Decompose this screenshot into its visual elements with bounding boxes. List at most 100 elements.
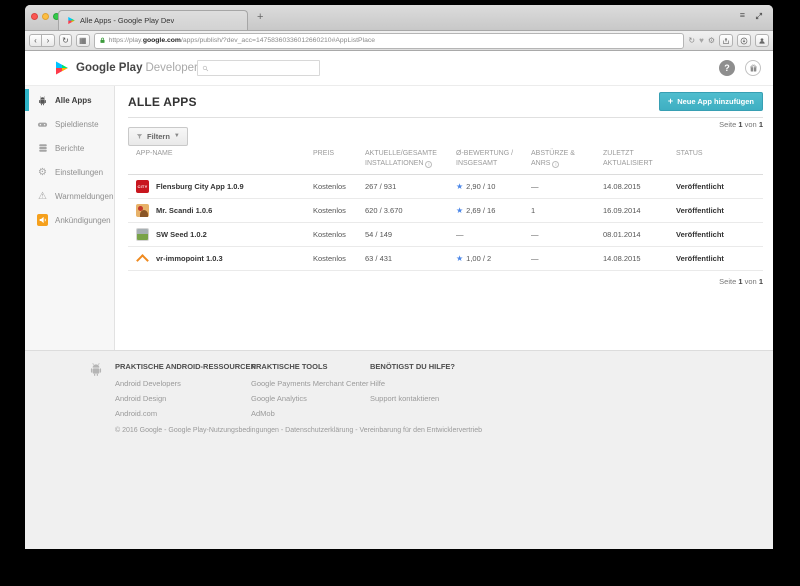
- sidebar-item-einstellungen[interactable]: ⚙ Einstellungen: [25, 160, 114, 184]
- android-robot-icon: [88, 361, 104, 377]
- sidebar-item-ankuendigungen[interactable]: Ankündigungen: [25, 208, 114, 232]
- sidebar-item-alle-apps[interactable]: Alle Apps: [25, 88, 114, 112]
- gift-icon: [749, 64, 758, 73]
- footer-copyright: © 2016 Google - Google Play-Nutzungsbedi…: [115, 427, 482, 434]
- tab-overview-icon[interactable]: ≡: [740, 11, 745, 20]
- app-rating: ★2,69 / 16: [456, 206, 531, 215]
- plus-icon: +: [668, 98, 673, 105]
- announcements-icon: [37, 214, 48, 226]
- footer-link-google-payments[interactable]: Google Payments Merchant Center: [251, 379, 369, 388]
- app-icon: [136, 252, 149, 265]
- filter-button[interactable]: Filtern ▼: [128, 127, 188, 146]
- browser-toolbar: ‹ › ↻ ▦ https://play.google.com/apps/pub…: [25, 31, 773, 51]
- footer-link-support[interactable]: Support kontaktieren: [370, 394, 455, 403]
- app-installs: 620 / 3.670: [365, 206, 456, 215]
- back-button[interactable]: ‹: [29, 34, 42, 47]
- app-rating: ★2,90 / 10: [456, 182, 531, 191]
- minimize-window-button[interactable]: [42, 13, 49, 20]
- forward-button[interactable]: ›: [42, 34, 55, 47]
- sidebar-item-berichte[interactable]: Berichte: [25, 136, 114, 160]
- star-icon: ★: [456, 254, 463, 263]
- app-updated: 08.01.2014: [603, 230, 676, 239]
- top-sites-button[interactable]: ▦: [76, 34, 90, 47]
- heart-icon[interactable]: ♥: [699, 36, 704, 45]
- app-installs: 267 / 931: [365, 182, 456, 191]
- add-new-app-button[interactable]: + Neue App hinzufügen: [659, 92, 763, 111]
- footer: PRAKTISCHE ANDROID-RESSOURCEN Android De…: [25, 350, 773, 549]
- table-row: CITY Flensburg City App 1.0.9 Kostenlos …: [128, 175, 763, 199]
- page-title: ALLE APPS: [128, 95, 197, 109]
- app-status: Veröffentlicht: [676, 230, 763, 239]
- chevron-down-icon: ▼: [174, 133, 180, 139]
- star-icon: ★: [456, 206, 463, 215]
- column-header-preis: PREIS: [313, 149, 365, 159]
- app-rating: ★1,00 / 2: [456, 254, 531, 263]
- app-price: Kostenlos: [313, 182, 365, 191]
- browser-tab[interactable]: Alle Apps - Google Play Dev: [58, 10, 248, 30]
- info-icon[interactable]: i: [425, 161, 432, 168]
- table-row: Mr. Scandi 1.0.6 Kostenlos 620 / 3.670 ★…: [128, 199, 763, 223]
- app-updated: 14.08.2015: [603, 182, 676, 191]
- info-icon[interactable]: i: [552, 161, 559, 168]
- sync-icon[interactable]: ↻: [688, 36, 695, 45]
- close-window-button[interactable]: [31, 13, 38, 20]
- table-header-row: APP-NAME PREIS AKTUELLE/GESAMTE INSTALLA…: [128, 149, 763, 175]
- fullscreen-icon[interactable]: [755, 12, 763, 20]
- help-button[interactable]: ?: [719, 60, 735, 76]
- app-updated: 16.09.2014: [603, 206, 676, 215]
- footer-link-hilfe[interactable]: Hilfe: [370, 379, 455, 388]
- star-icon: ★: [456, 182, 463, 191]
- profile-button[interactable]: [755, 34, 769, 47]
- footer-link-google-analytics[interactable]: Google Analytics: [251, 394, 369, 403]
- app-status: Veröffentlicht: [676, 206, 763, 215]
- app-name-link[interactable]: vr-immopoint 1.0.3: [156, 254, 223, 263]
- app-installs: 54 / 149: [365, 230, 456, 239]
- page-indicator-bottom: Seite 1 von 1: [128, 277, 763, 286]
- window-controls: [31, 13, 60, 20]
- footer-link-android-design[interactable]: Android Design: [115, 394, 256, 403]
- console-header: Google Play Developer Console ?: [25, 51, 773, 86]
- footer-link-android-developers[interactable]: Android Developers: [115, 379, 256, 388]
- app-name-link[interactable]: Flensburg City App 1.0.9: [156, 182, 244, 191]
- footer-column-help: BENÖTIGST DU HILFE? Hilfe Support kontak…: [370, 362, 455, 409]
- app-status: Veröffentlicht: [676, 254, 763, 263]
- filter-funnel-icon: [136, 133, 143, 140]
- footer-column-resources: PRAKTISCHE ANDROID-RESSOURCEN Android De…: [115, 362, 256, 424]
- app-name-link[interactable]: Mr. Scandi 1.0.6: [156, 206, 212, 215]
- browser-titlebar: Alle Apps - Google Play Dev + ≡: [25, 5, 773, 31]
- footer-link-android-com[interactable]: Android.com: [115, 409, 256, 418]
- address-bar[interactable]: https://play.google.com/apps/publish/?de…: [94, 33, 685, 49]
- app-name-link[interactable]: SW Seed 1.0.2: [156, 230, 207, 239]
- app-icon: CITY: [136, 180, 149, 193]
- url-text: https://play.google.com/apps/publish/?de…: [109, 37, 375, 44]
- column-header-app-name: APP-NAME: [136, 149, 313, 159]
- app-installs: 63 / 431: [365, 254, 456, 263]
- app-price: Kostenlos: [313, 206, 365, 215]
- app-crashes: —: [531, 230, 603, 239]
- search-icon: [202, 65, 209, 72]
- downloads-button[interactable]: [737, 34, 751, 47]
- table-row: vr-immopoint 1.0.3 Kostenlos 63 / 431 ★1…: [128, 247, 763, 271]
- column-header-status: STATUS: [676, 149, 763, 159]
- browser-window: Alle Apps - Google Play Dev + ≡ ‹ › ↻ ▦ …: [25, 5, 773, 549]
- app-icon: [136, 228, 149, 241]
- app-rating: —: [456, 230, 531, 239]
- reload-button[interactable]: ↻: [59, 34, 72, 47]
- table-row: SW Seed 1.0.2 Kostenlos 54 / 149 — — 08.…: [128, 223, 763, 247]
- footer-link-admob[interactable]: AdMob: [251, 409, 369, 418]
- sidebar-item-warnmeldungen[interactable]: ⚠ Warnmeldungen: [25, 184, 114, 208]
- new-tab-button[interactable]: +: [257, 12, 263, 23]
- search-input[interactable]: [212, 63, 315, 74]
- warning-icon: ⚠: [37, 191, 48, 202]
- share-button[interactable]: [719, 34, 733, 47]
- main-content: ALLE APPS + Neue App hinzufügen Filtern …: [115, 86, 773, 350]
- brand-google-play: Google Play: [76, 62, 142, 74]
- gear-icon[interactable]: ⚙: [708, 36, 715, 45]
- promotions-button[interactable]: [745, 60, 761, 76]
- app-price: Kostenlos: [313, 254, 365, 263]
- app-crashes: 1: [531, 206, 603, 215]
- column-header-aktualisiert: ZULETZT AKTUALISIERT: [603, 149, 676, 169]
- settings-gear-icon: ⚙: [37, 167, 48, 178]
- sidebar-item-spieldienste[interactable]: Spieldienste: [25, 112, 114, 136]
- app-price: Kostenlos: [313, 230, 365, 239]
